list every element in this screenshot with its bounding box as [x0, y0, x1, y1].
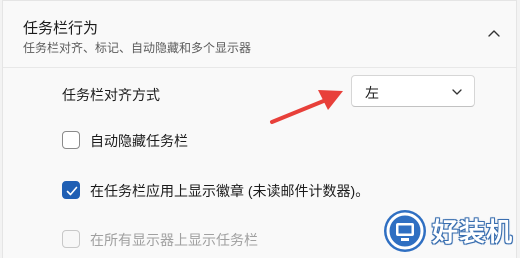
- all-displays-checkbox[interactable]: [62, 230, 80, 248]
- alignment-dropdown[interactable]: 左: [351, 75, 475, 107]
- section-divider: [3, 67, 516, 68]
- watermark-text: 好装机: [432, 217, 514, 247]
- collapse-button[interactable]: [484, 23, 504, 43]
- all-displays-label: 在所有显示器上显示任务栏: [90, 232, 258, 248]
- auto-hide-checkbox[interactable]: [62, 131, 80, 149]
- section-header[interactable]: 任务栏行为 任务栏对齐、标记、自动隐藏和多个显示器: [3, 1, 516, 67]
- section-subtitle: 任务栏对齐、标记、自动隐藏和多个显示器: [23, 41, 252, 55]
- show-badges-checkbox[interactable]: [62, 181, 80, 199]
- checkmark-icon: [66, 186, 78, 196]
- alignment-selected-value: 左: [365, 85, 379, 101]
- watermark: 好装机: [382, 206, 518, 256]
- chevron-up-icon: [488, 30, 500, 37]
- alignment-label: 任务栏对齐方式: [62, 87, 160, 103]
- section-title: 任务栏行为: [23, 20, 99, 37]
- chevron-down-icon: [452, 89, 462, 95]
- watermark-logo-icon: [384, 210, 426, 252]
- show-badges-label[interactable]: 在任务栏应用上显示徽章 (未读邮件计数器)。: [90, 181, 369, 201]
- auto-hide-label[interactable]: 自动隐藏任务栏: [90, 131, 188, 151]
